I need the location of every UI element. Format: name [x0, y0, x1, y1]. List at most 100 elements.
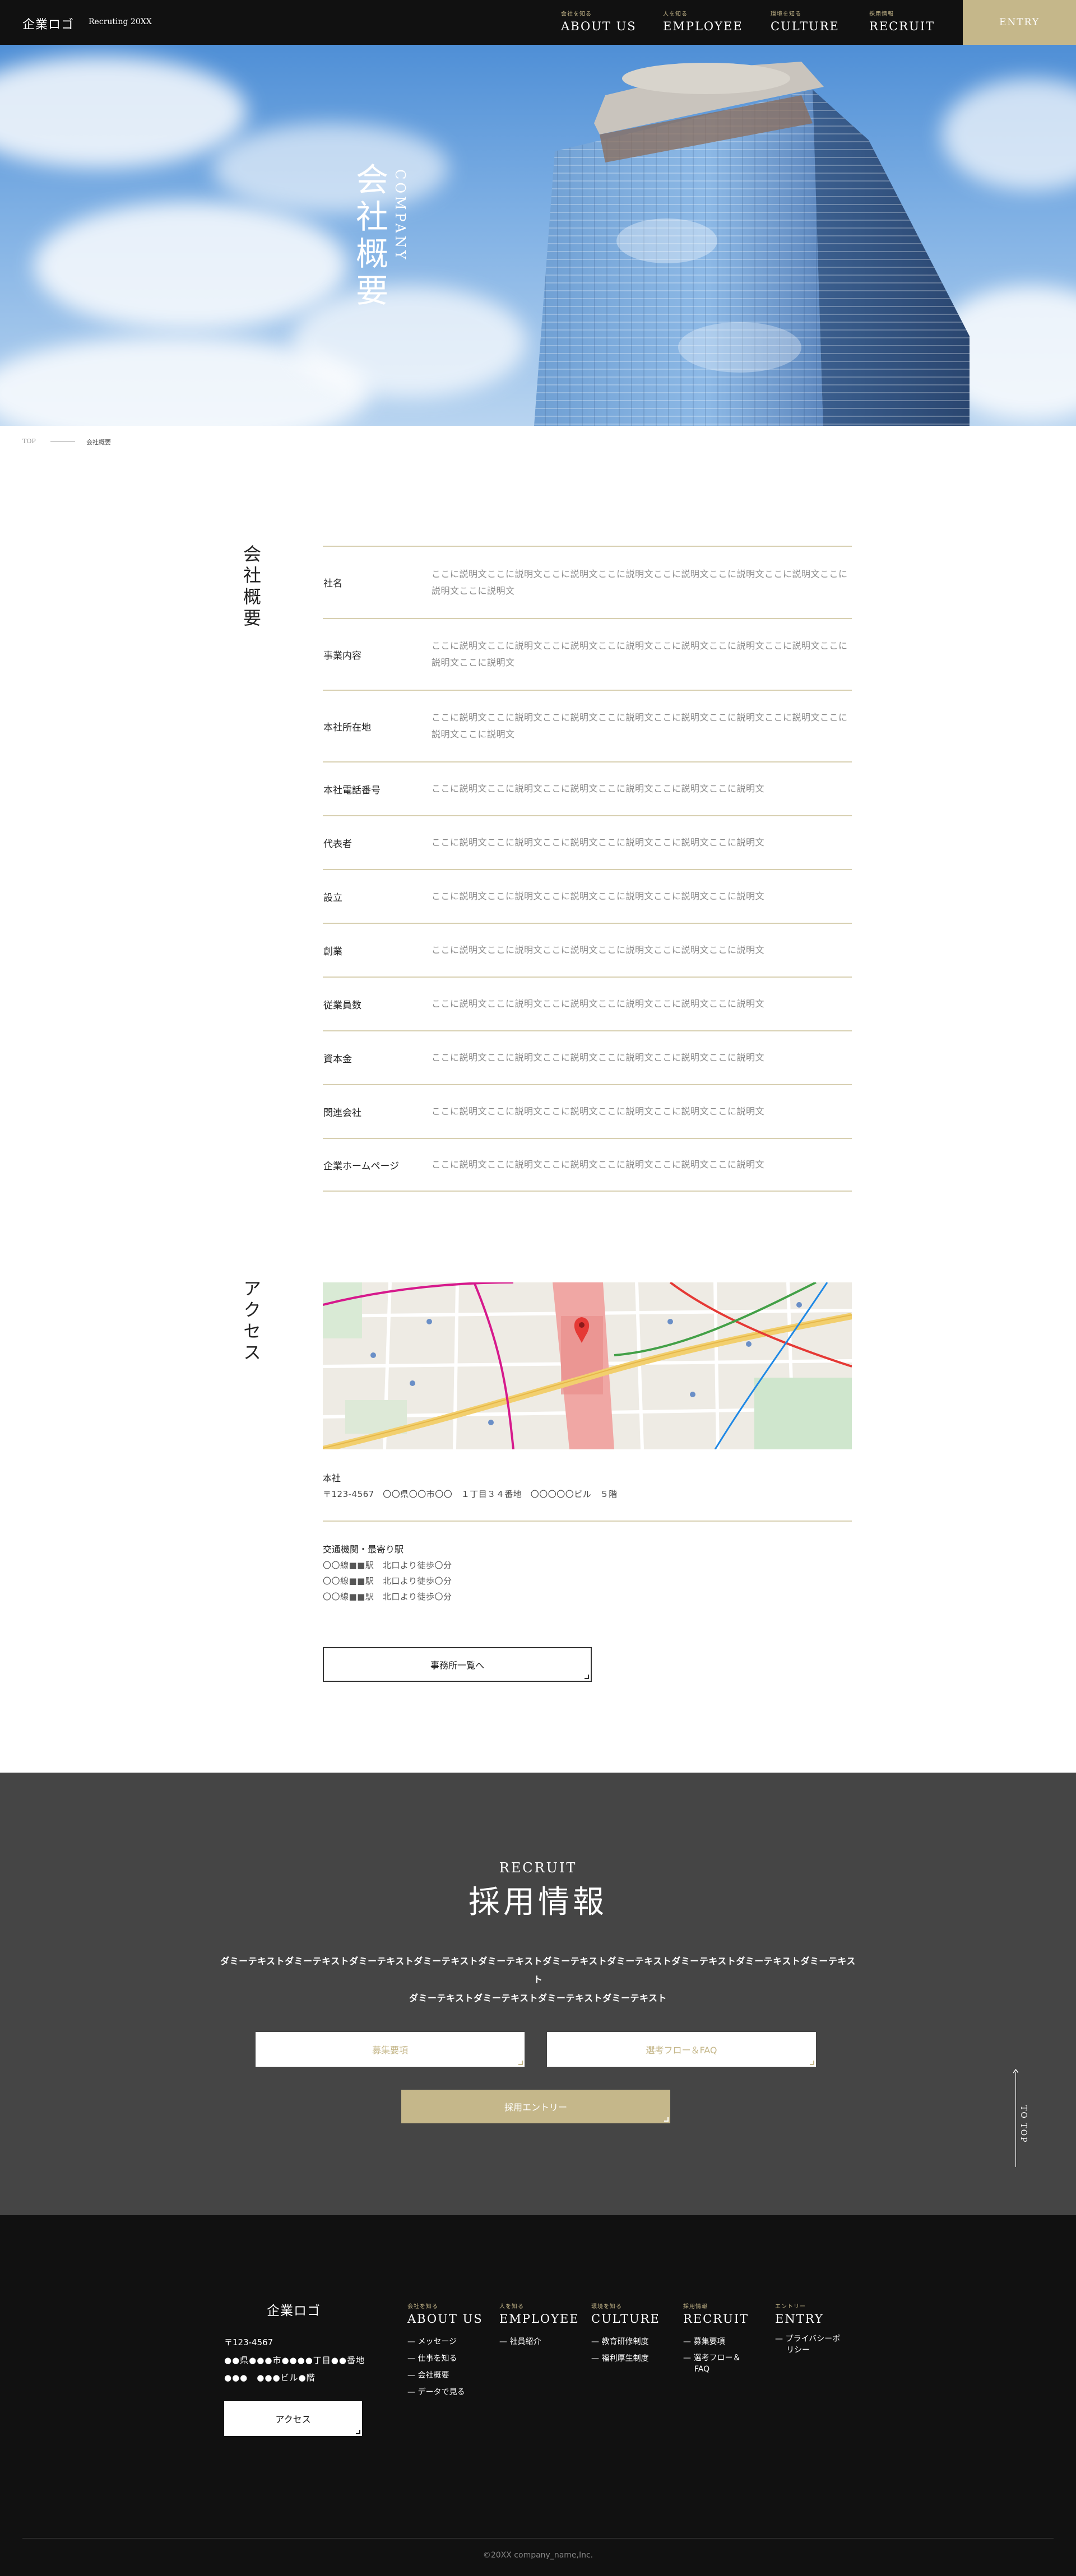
row-label: 創業 — [323, 946, 342, 957]
hero-title: 会社概要 COMPANY — [350, 162, 415, 347]
row-value: ここに説明文ここに説明文ここに説明文ここに説明文ここに説明文ここに説明文 — [432, 945, 765, 955]
footer-link[interactable]: 募集要項 — [683, 2333, 750, 2350]
table-row: 社名 ここに説明文ここに説明文ここに説明文ここに説明文ここに説明文ここに説明文こ… — [323, 546, 852, 618]
recruit-title-en: RECRUIT — [499, 1860, 577, 1876]
row-label: 企業ホームページ — [323, 1160, 400, 1172]
row-label: 資本金 — [323, 1053, 352, 1065]
footer-column-entry: エントリー ENTRY プライバシーポリシー — [775, 2301, 854, 2356]
transit-item: 〇〇線■■駅 北口より徒歩〇分 — [323, 1592, 452, 1602]
footer-column-employee: 人を知る EMPLOYEE 社員紹介 — [499, 2301, 579, 2350]
footer-link[interactable]: 仕事を知る — [407, 2350, 483, 2367]
offices-list-button[interactable]: 事務所一覧へ — [323, 1647, 592, 1682]
row-value: ここに説明文ここに説明文ここに説明文ここに説明文ここに説明文ここに説明文 — [432, 1106, 765, 1117]
hero-title-en: COMPANY — [392, 169, 408, 262]
row-label: 設立 — [323, 892, 342, 904]
nav-about-us-sub: 会社を知る — [561, 11, 592, 17]
requirements-button-label: 募集要項 — [372, 2045, 408, 2056]
to-top-label: TO TOP — [1019, 2105, 1028, 2143]
nav-employee-label: EMPLOYEE — [663, 20, 743, 33]
footer-address-line: ●●● ●●●ビル●階 — [224, 2373, 316, 2383]
row-value: ここに説明文ここに説明文ここに説明文ここに説明文ここに説明文ここに説明文ここに説… — [432, 568, 848, 596]
table-row: 資本金 ここに説明文ここに説明文ここに説明文ここに説明文ここに説明文ここに説明文 — [323, 1030, 852, 1084]
footer-link[interactable]: メッセージ — [407, 2333, 483, 2350]
footer-link[interactable]: 教育研修制度 — [591, 2333, 660, 2350]
footer-link[interactable]: 福利厚生制度 — [591, 2350, 660, 2367]
footer-link[interactable]: 選考フロー＆FAQ — [683, 2352, 745, 2375]
nav-recruit-label: RECRUIT — [869, 20, 935, 33]
recruit-title-jp: 採用情報 — [469, 1884, 607, 1921]
footer-column-recruit: 採用情報 RECRUIT 募集要項 選考フロー＆FAQ — [683, 2301, 750, 2375]
row-label: 社名 — [323, 578, 342, 589]
table-row: 本社電話番号 ここに説明文ここに説明文ここに説明文ここに説明文ここに説明文ここに… — [323, 761, 852, 815]
transit-title: 交通機関・最寄り駅 — [323, 1544, 404, 1555]
table-row: 設立 ここに説明文ここに説明文ここに説明文ここに説明文ここに説明文ここに説明文 — [323, 869, 852, 923]
entry-button[interactable]: ENTRY — [963, 0, 1076, 45]
selection-flow-faq-button[interactable]: 選考フロー＆FAQ — [547, 2032, 816, 2067]
footer-column-sub: 採用情報 — [683, 2304, 708, 2310]
corner-arrow-icon — [810, 2061, 814, 2065]
hero-title-jp: 会社概要 — [350, 162, 388, 310]
row-label: 従業員数 — [323, 999, 361, 1011]
nav-employee[interactable]: 人を知る EMPLOYEE — [663, 9, 743, 33]
footer-address-line: ●●県●●●市●●●●丁目●●番地 — [224, 2355, 365, 2365]
recruit-description-line: ダミーテキストダミーテキストダミーテキストダミーテキストダミーテキストダミーテキ… — [220, 1956, 856, 1985]
footer-column-sub: 会社を知る — [407, 2304, 438, 2310]
overview-heading: 会社概要 — [240, 545, 262, 630]
footer-zip: 〒123-4567 — [224, 2337, 273, 2347]
transit-item: 〇〇線■■駅 北口より徒歩〇分 — [323, 1576, 452, 1586]
row-label: 事業内容 — [323, 650, 361, 662]
footer-column-title[interactable]: CULTURE — [591, 2312, 660, 2326]
footer-logo[interactable]: 企業ロゴ — [267, 2300, 321, 2319]
table-row: 創業 ここに説明文ここに説明文ここに説明文ここに説明文ここに説明文ここに説明文 — [323, 923, 852, 977]
nav-recruit[interactable]: 採用情報 RECRUIT — [869, 9, 935, 33]
footer-link[interactable]: 社員紹介 — [499, 2333, 579, 2350]
company-overview-table: 社名 ここに説明文ここに説明文ここに説明文ここに説明文ここに説明文ここに説明文こ… — [323, 546, 852, 1192]
footer-column-sub: 環境を知る — [591, 2304, 622, 2310]
site-header: 企業ロゴ Recruting 20XX 会社を知る ABOUT US 人を知る … — [0, 0, 1076, 45]
company-logo[interactable]: 企業ロゴ — [22, 15, 74, 32]
table-row: 企業ホームページ ここに説明文ここに説明文ここに説明文ここに説明文ここに説明文こ… — [323, 1138, 852, 1192]
footer-link[interactable]: データで見る — [407, 2384, 483, 2401]
footer-column-culture: 環境を知る CULTURE 教育研修制度 福利厚生制度 — [591, 2301, 660, 2367]
footer-access-button[interactable]: アクセス — [224, 2401, 362, 2436]
corner-arrow-icon — [356, 2430, 360, 2434]
footer-column-title[interactable]: RECRUIT — [683, 2312, 750, 2326]
nav-culture[interactable]: 環境を知る CULTURE — [771, 9, 840, 33]
row-value: ここに説明文ここに説明文ここに説明文ここに説明文ここに説明文ここに説明文 — [432, 891, 765, 901]
access-map[interactable] — [323, 1282, 852, 1449]
row-value: ここに説明文ここに説明文ここに説明文ここに説明文ここに説明文ここに説明文 — [432, 837, 765, 848]
footer-link[interactable]: 会社概要 — [407, 2367, 483, 2384]
footer-column-sub: 人を知る — [499, 2304, 524, 2310]
requirements-button[interactable]: 募集要項 — [256, 2032, 525, 2067]
corner-arrow-icon — [664, 2117, 669, 2122]
corner-arrow-icon — [585, 1675, 589, 1679]
hq-address: 〒123-4567 〇〇県〇〇市〇〇 １丁目３４番地 〇〇〇〇〇ビル ５階 — [323, 1489, 618, 1499]
nav-employee-sub: 人を知る — [663, 11, 688, 17]
footer-access-button-label: アクセス — [275, 2414, 311, 2425]
to-top-button[interactable]: TO TOP — [1012, 2066, 1029, 2167]
row-value: ここに説明文ここに説明文ここに説明文ここに説明文ここに説明文ここに説明文 — [432, 1052, 765, 1063]
breadcrumb-top-link[interactable]: TOP — [22, 438, 36, 445]
row-value: ここに説明文ここに説明文ここに説明文ここに説明文ここに説明文ここに説明文ここに説… — [432, 712, 848, 740]
footer-column-title[interactable]: ABOUT US — [407, 2312, 483, 2326]
site-footer — [0, 2215, 1076, 2576]
row-value: ここに説明文ここに説明文ここに説明文ここに説明文ここに説明文ここに説明文 — [432, 783, 765, 794]
footer-column-title[interactable]: EMPLOYEE — [499, 2312, 579, 2326]
access-divider — [323, 1521, 852, 1522]
nav-culture-sub: 環境を知る — [771, 11, 801, 17]
recruit-entry-button-label: 採用エントリー — [504, 2102, 567, 2113]
recruiting-year-label: Recruting 20XX — [89, 17, 152, 26]
access-heading: アクセス — [240, 1279, 262, 1364]
breadcrumb-current: 会社概要 — [86, 439, 111, 446]
footer-link[interactable]: プライバシーポリシー — [775, 2333, 848, 2356]
selection-flow-faq-button-label: 選考フロー＆FAQ — [646, 2045, 717, 2056]
row-value: ここに説明文ここに説明文ここに説明文ここに説明文ここに説明文ここに説明文 — [432, 998, 765, 1009]
footer-column-title[interactable]: ENTRY — [775, 2312, 854, 2326]
table-row: 代表者 ここに説明文ここに説明文ここに説明文ここに説明文ここに説明文ここに説明文 — [323, 815, 852, 869]
recruit-description-line: ダミーテキストダミーテキストダミーテキストダミーテキスト — [409, 1993, 667, 2003]
nav-about-us[interactable]: 会社を知る ABOUT US — [561, 9, 637, 33]
nav-about-us-label: ABOUT US — [561, 20, 637, 33]
offices-list-button-label: 事務所一覧へ — [430, 1660, 484, 1671]
recruit-entry-button[interactable]: 採用エントリー — [401, 2090, 670, 2123]
row-label: 代表者 — [323, 838, 352, 850]
